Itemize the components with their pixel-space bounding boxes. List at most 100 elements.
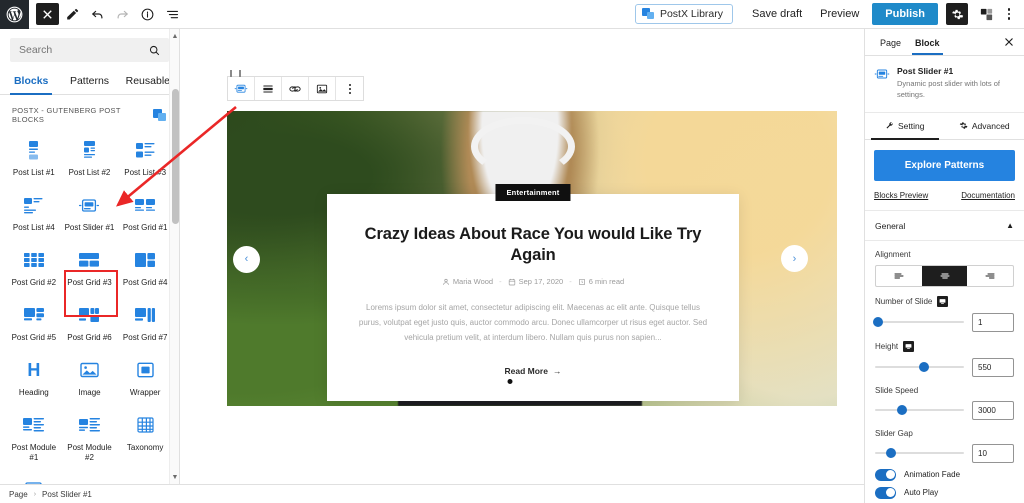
slider-knob[interactable] <box>872 317 883 328</box>
auto-play-toggle[interactable] <box>875 486 896 499</box>
number-of-slide-input[interactable]: 1 <box>972 312 1014 332</box>
block-item-image[interactable]: Image <box>62 351 118 406</box>
height-input[interactable]: 550 <box>972 357 1014 377</box>
breadcrumb-item-page[interactable]: Page <box>9 490 28 499</box>
subtab-advanced[interactable]: Advanced <box>945 113 1024 139</box>
search-box[interactable] <box>10 38 169 62</box>
align-center-button[interactable] <box>921 265 968 286</box>
scrollbar-thumb[interactable] <box>171 89 179 224</box>
image-icon[interactable] <box>309 77 336 100</box>
postx-library-button[interactable]: PostX Library <box>634 4 733 24</box>
slide-title[interactable]: Crazy Ideas About Race You would Like Tr… <box>355 224 711 265</box>
close-x-icon[interactable] <box>36 3 59 25</box>
tab-patterns[interactable]: Patterns <box>60 68 118 94</box>
tab-page[interactable]: Page <box>873 31 908 54</box>
blocks-preview-link[interactable]: Blocks Preview <box>874 191 928 200</box>
slider-prev-button[interactable]: ‹ <box>233 245 260 273</box>
general-section-header[interactable]: General ▲ <box>865 211 1024 241</box>
dynamic-value-icon[interactable] <box>903 340 915 352</box>
slider-gap-input[interactable]: 10 <box>972 443 1014 463</box>
block-item-label: Wrapper <box>129 388 161 397</box>
animation-fade-toggle[interactable] <box>875 468 896 481</box>
height-slider[interactable] <box>875 361 964 373</box>
number-of-slide-label: Number of Slide <box>875 295 1014 307</box>
link-icon[interactable] <box>282 77 309 100</box>
info-icon[interactable] <box>136 3 159 25</box>
tab-blocks[interactable]: Blocks <box>2 68 60 95</box>
post-slider-block[interactable]: Entertainment Crazy Ideas About Race You… <box>227 111 837 406</box>
block-item-post-grid-1[interactable]: Post Grid #1 <box>117 186 173 241</box>
slider-dot[interactable] <box>507 379 513 384</box>
subtab-setting[interactable]: Setting <box>865 113 945 140</box>
slider-dot[interactable] <box>540 379 546 384</box>
block-item-post-list-3[interactable]: Post List #3 <box>117 131 173 186</box>
more-options-icon[interactable] <box>336 77 363 100</box>
category-badge[interactable]: Entertainment <box>495 184 571 201</box>
scroll-up-icon[interactable]: ▲ <box>170 31 180 41</box>
block-item-post-grid-7[interactable]: Post Grid #7 <box>117 296 173 351</box>
wordpress-logo-icon[interactable] <box>0 0 29 29</box>
gear-icon[interactable] <box>946 3 968 25</box>
breadcrumb-item-block[interactable]: Post Slider #1 <box>42 490 92 499</box>
post-list-4-icon <box>24 192 43 218</box>
tab-block[interactable]: Block <box>908 31 947 55</box>
preview-button[interactable]: Preview <box>811 4 868 24</box>
save-draft-button[interactable]: Save draft <box>743 4 811 24</box>
search-input[interactable] <box>11 44 168 56</box>
block-item-post-list-2[interactable]: Post List #2 <box>62 131 118 186</box>
slider-gap-slider[interactable] <box>875 447 964 459</box>
slider-dots[interactable] <box>507 379 557 384</box>
block-item-heading[interactable]: H Heading <box>6 351 62 406</box>
dynamic-value-icon[interactable] <box>937 295 949 307</box>
read-more-link[interactable]: Read More → <box>505 366 562 376</box>
chevron-up-icon[interactable]: ▲ <box>1006 221 1014 230</box>
post-grid-7-icon <box>135 302 156 328</box>
block-item-post-module-2[interactable]: Post Module #2 <box>62 406 118 471</box>
explore-patterns-button[interactable]: Explore Patterns <box>874 149 1015 181</box>
publish-button[interactable]: Publish <box>872 3 938 25</box>
search-icon <box>148 44 161 57</box>
close-icon[interactable] <box>1002 35 1016 49</box>
pen-icon[interactable] <box>61 3 84 25</box>
number-of-slide-slider[interactable] <box>872 316 964 328</box>
block-item-label: Post Module #2 <box>67 443 112 462</box>
block-item-post-grid-6[interactable]: Post Grid #6 <box>62 296 118 351</box>
list-view-icon[interactable] <box>161 3 184 25</box>
block-item-post-list-4[interactable]: Post List #4 <box>6 186 62 241</box>
postx-blocks-icon[interactable] <box>975 3 997 25</box>
top-bar-right-actions: PostX Library Save draft Preview Publish <box>634 3 1024 25</box>
block-item-taxonomy[interactable]: Taxonomy <box>117 406 173 471</box>
slider-knob[interactable] <box>918 362 929 373</box>
slider-knob[interactable] <box>886 448 897 459</box>
post-slider-icon[interactable] <box>228 77 255 100</box>
block-item-table-of-contents[interactable]: Table of Contents <box>6 471 62 484</box>
documentation-link[interactable]: Documentation <box>961 191 1015 200</box>
scroll-down-icon[interactable]: ▼ <box>170 472 180 482</box>
align-left-button[interactable] <box>876 266 922 286</box>
inserter-scrollbar[interactable]: ▲ ▼ <box>169 29 179 484</box>
slider-knob[interactable] <box>896 405 907 416</box>
slider-dot[interactable] <box>529 379 535 384</box>
more-options-icon[interactable] <box>1000 3 1018 25</box>
block-item-news-ticker[interactable]: News Ticker <box>62 471 118 484</box>
block-item-post-slider-1[interactable]: Post Slider #1 <box>62 186 118 241</box>
block-item-post-list-1[interactable]: Post List #1 <box>6 131 62 186</box>
slider-gap-row: 10 <box>875 443 1014 463</box>
drag-handle[interactable] <box>230 70 241 77</box>
slide-speed-slider[interactable] <box>875 404 964 416</box>
slider-dot[interactable] <box>518 379 524 384</box>
redo-icon[interactable] <box>111 3 134 25</box>
block-item-post-grid-2[interactable]: Post Grid #2 <box>6 241 62 296</box>
slider-dot[interactable] <box>551 379 557 384</box>
slide-speed-input[interactable]: 3000 <box>972 400 1014 420</box>
block-grid-spacer <box>117 471 173 484</box>
block-item-wrapper[interactable]: Wrapper <box>117 351 173 406</box>
undo-icon[interactable] <box>86 3 109 25</box>
align-right-button[interactable] <box>967 266 1013 286</box>
block-item-post-module-1[interactable]: Post Module #1 <box>6 406 62 471</box>
block-item-post-grid-3[interactable]: Post Grid #3 <box>62 241 118 296</box>
align-icon[interactable] <box>255 77 282 100</box>
block-item-post-grid-5[interactable]: Post Grid #5 <box>6 296 62 351</box>
slider-next-button[interactable]: › <box>781 245 808 272</box>
block-item-post-grid-4[interactable]: Post Grid #4 <box>117 241 173 296</box>
